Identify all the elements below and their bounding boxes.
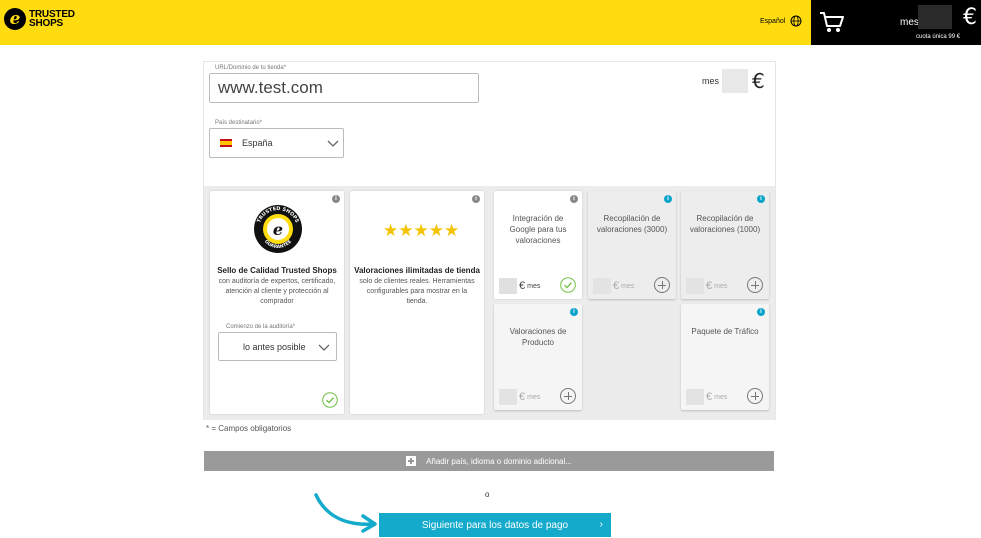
- add-product-button[interactable]: [747, 388, 763, 404]
- google-title: Integración de Google para tus valoracio…: [509, 214, 567, 245]
- collect-3000-title: Recopilación de valoraciones (3000): [596, 214, 668, 234]
- country-value: España: [242, 138, 273, 148]
- seal-description: con auditoría de expertos, certificado, …: [218, 278, 336, 305]
- trusted-shops-seal-icon: e TRUSTED SHOPS GUARANTEE: [254, 205, 302, 253]
- five-stars-icon: ★★★★★: [383, 221, 460, 241]
- language-selector[interactable]: Español: [760, 15, 802, 27]
- spain-flag-icon: [220, 139, 232, 147]
- next-button-label: Siguiente para los datos de pago: [421, 519, 569, 531]
- cart-price-label: mes: [900, 17, 919, 28]
- info-icon[interactable]: i: [570, 308, 578, 316]
- audit-start-select[interactable]: lo antes posible: [218, 332, 337, 361]
- add-product-button[interactable]: [747, 277, 763, 293]
- traffic-package-card[interactable]: i Paquete de Tráfico € mes: [681, 304, 769, 410]
- or-separator: o: [485, 490, 490, 499]
- collect-reviews-3000-card[interactable]: i Recopilación de valoraciones (3000) € …: [588, 191, 676, 299]
- collect-3000-price: € mes: [593, 278, 634, 294]
- language-label: Español: [760, 17, 786, 25]
- country-select[interactable]: España: [209, 128, 344, 158]
- required-fields-note: * = Campos obligatorios: [206, 424, 292, 433]
- google-price: € mes: [499, 278, 540, 294]
- product-title: Valoraciones de Producto: [509, 327, 567, 347]
- reviews-card: i ★★★★★ Valoraciones ilimitadas de tiend…: [350, 191, 484, 414]
- collect-1000-price: € mes: [686, 278, 727, 294]
- trusted-shops-logo[interactable]: e TRUSTED SHOPS: [4, 8, 75, 30]
- info-icon[interactable]: i: [757, 195, 765, 203]
- cart-fee: cuota única 99 €: [916, 34, 961, 40]
- url-label: URL/Dominio de tu tienda*: [215, 65, 287, 71]
- total-price-label: mes: [702, 76, 720, 86]
- selected-check-icon[interactable]: [560, 277, 576, 293]
- logo-e-icon: e: [4, 8, 26, 30]
- traffic-price: € mes: [686, 389, 727, 405]
- globe-icon: [790, 15, 802, 27]
- info-icon[interactable]: i: [570, 195, 578, 203]
- products-area: i e TRUSTED SHOPS GUARANTEE Sello de Cal…: [204, 186, 775, 420]
- collect-1000-title: Recopilación de valoraciones (1000): [689, 214, 761, 234]
- audit-label: Comienzo de la auditoría*: [226, 324, 296, 330]
- reviews-title: Valoraciones ilimitadas de tienda: [354, 266, 480, 275]
- next-payment-button[interactable]: Siguiente para los datos de pago ›: [379, 513, 611, 537]
- configuration-panel: URL/Dominio de tu tienda* País destinata…: [203, 61, 776, 420]
- product-price: € mes: [499, 389, 540, 405]
- svg-text:e: e: [273, 220, 283, 239]
- add-product-button[interactable]: [560, 388, 576, 404]
- google-integration-card[interactable]: i Integración de Google para tus valorac…: [494, 191, 582, 299]
- top-header: e TRUSTED SHOPS Español mes cuota única …: [0, 0, 981, 45]
- chevron-down-icon: [327, 140, 339, 147]
- pointing-arrow-icon: [314, 493, 377, 533]
- traffic-title: Paquete de Tráfico: [691, 327, 759, 336]
- audit-value: lo antes posible: [243, 342, 306, 352]
- total-euro-sign: €: [752, 69, 765, 93]
- collect-reviews-1000-card[interactable]: i Recopilación de valoraciones (1000) € …: [681, 191, 769, 299]
- info-icon[interactable]: i: [757, 308, 765, 316]
- total-price-value: [722, 69, 749, 93]
- cart-price-value: [918, 5, 952, 29]
- url-input[interactable]: [209, 73, 479, 103]
- info-icon[interactable]: i: [332, 195, 340, 203]
- product-reviews-card[interactable]: i Valoraciones de Producto € mes: [494, 304, 582, 410]
- reviews-description: solo de clientes reales. Herramientas co…: [359, 278, 475, 305]
- cart-euro-sign: €: [963, 5, 977, 30]
- chevron-down-icon: [318, 344, 330, 351]
- seal-title: Sello de Calidad Trusted Shops: [217, 266, 337, 275]
- add-country-label: Añadir país, idioma o dominio adicional.…: [426, 456, 572, 466]
- cart-summary[interactable]: mes cuota única 99 €: [811, 0, 981, 45]
- add-country-button[interactable]: Añadir país, idioma o dominio adicional.…: [204, 451, 774, 471]
- info-icon[interactable]: i: [472, 195, 480, 203]
- plus-square-icon: [406, 456, 417, 466]
- total-price: mes €: [702, 69, 765, 93]
- chevron-right-icon: ›: [599, 519, 603, 530]
- add-product-button[interactable]: [654, 277, 670, 293]
- country-label: País destinatario*: [215, 120, 263, 126]
- logo-text-line2: SHOPS: [29, 18, 64, 29]
- seal-card: i e TRUSTED SHOPS GUARANTEE Sello de Cal…: [210, 191, 344, 414]
- selected-check-icon: [322, 392, 338, 408]
- cart-icon: [820, 12, 844, 32]
- info-icon[interactable]: i: [664, 195, 672, 203]
